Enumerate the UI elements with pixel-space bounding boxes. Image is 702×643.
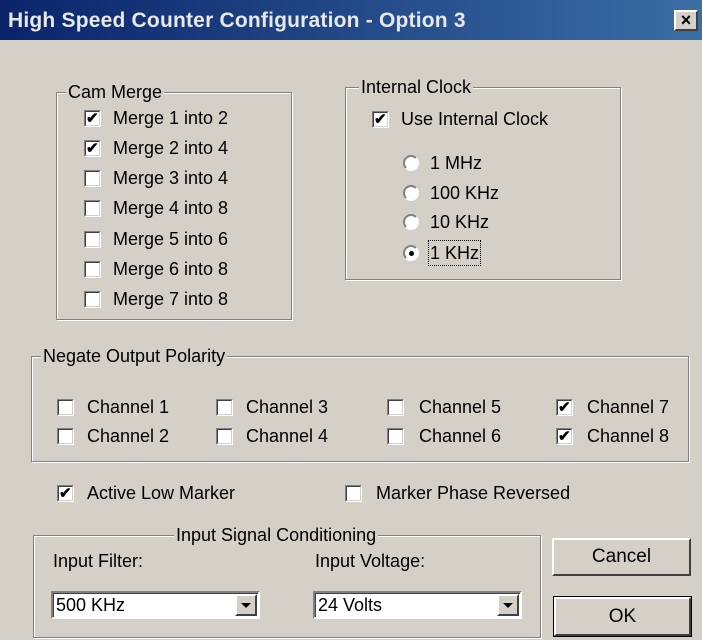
input-voltage-select[interactable]: 24 Volts xyxy=(313,591,522,619)
checkbox-marker-phase-reversed[interactable]: Marker Phase Reversed xyxy=(345,482,570,504)
channel-5-box[interactable] xyxy=(387,398,404,416)
marker-phase-reversed-label: Marker Phase Reversed xyxy=(376,483,571,503)
internal-clock-legend: Internal Clock xyxy=(359,76,474,98)
checkbox-channel-5[interactable]: Channel 5 xyxy=(387,396,501,418)
channel-1-label: Channel 1 xyxy=(87,397,170,417)
active-low-marker-label: Active Low Marker xyxy=(87,483,236,503)
merge-4-into-8-label: Merge 4 into 8 xyxy=(113,198,229,218)
use-internal-clock-label: Use Internal Clock xyxy=(401,109,549,129)
checkbox-merge-7-into-8[interactable]: Merge 7 into 8 xyxy=(84,288,228,310)
active-low-marker-box[interactable] xyxy=(57,484,74,502)
radio-1-khz-label: 1 KHz xyxy=(427,240,482,266)
input-signal-conditioning-legend: Input Signal Conditioning xyxy=(174,524,379,546)
input-filter-value: 500 KHz xyxy=(56,595,126,615)
checkbox-channel-7[interactable]: Channel 7 xyxy=(556,396,669,418)
checkbox-active-low-marker[interactable]: Active Low Marker xyxy=(57,482,235,504)
channel-1-box[interactable] xyxy=(57,398,74,416)
cancel-button[interactable]: Cancel xyxy=(552,538,691,576)
radio-1-mhz-circle[interactable] xyxy=(403,155,419,171)
channel-2-box[interactable] xyxy=(57,427,74,445)
merge-2-into-4-box[interactable] xyxy=(84,139,101,157)
negate-output-polarity-legend: Negate Output Polarity xyxy=(41,345,228,367)
ok-button[interactable]: OK xyxy=(553,596,692,637)
merge-5-into-6-box[interactable] xyxy=(84,230,101,248)
chevron-down-icon[interactable] xyxy=(235,594,257,616)
channel-5-label: Channel 5 xyxy=(419,397,502,417)
radio-1-khz[interactable]: 1 KHz xyxy=(403,240,482,266)
input-voltage-label: Input Voltage: xyxy=(315,551,426,571)
radio-10-khz-circle[interactable] xyxy=(403,214,419,230)
input-filter-label: Input Filter: xyxy=(53,551,144,571)
merge-1-into-2-box[interactable] xyxy=(84,109,101,127)
radio-100-khz-label: 100 KHz xyxy=(430,183,500,203)
channel-2-label: Channel 2 xyxy=(87,426,170,446)
channel-6-label: Channel 6 xyxy=(419,426,502,446)
radio-1-khz-circle[interactable] xyxy=(403,245,419,261)
dialog-window: High Speed Counter Configuration - Optio… xyxy=(0,0,702,640)
radio-1-mhz[interactable]: 1 MHz xyxy=(403,152,482,174)
channel-8-box[interactable] xyxy=(556,427,573,445)
merge-5-into-6-label: Merge 5 into 6 xyxy=(113,229,229,249)
merge-3-into-4-box[interactable] xyxy=(84,169,101,187)
radio-10-khz[interactable]: 10 KHz xyxy=(403,211,489,233)
channel-3-box[interactable] xyxy=(216,398,233,416)
merge-6-into-8-label: Merge 6 into 8 xyxy=(113,259,229,279)
input-filter-select[interactable]: 500 KHz xyxy=(51,591,260,619)
channel-8-label: Channel 8 xyxy=(587,426,670,446)
channel-3-label: Channel 3 xyxy=(246,397,329,417)
channel-4-box[interactable] xyxy=(216,427,233,445)
radio-1-mhz-label: 1 MHz xyxy=(430,153,483,173)
checkbox-use-internal-clock[interactable]: Use Internal Clock xyxy=(372,108,548,130)
merge-7-into-8-box[interactable] xyxy=(84,290,101,308)
checkbox-merge-2-into-4[interactable]: Merge 2 into 4 xyxy=(84,137,228,159)
channel-4-label: Channel 4 xyxy=(246,426,329,446)
checkbox-merge-5-into-6[interactable]: Merge 5 into 6 xyxy=(84,228,228,250)
radio-10-khz-label: 10 KHz xyxy=(430,212,490,232)
channel-6-box[interactable] xyxy=(387,427,404,445)
channel-7-box[interactable] xyxy=(556,398,573,416)
title-bar: High Speed Counter Configuration - Optio… xyxy=(0,0,702,40)
checkbox-merge-4-into-8[interactable]: Merge 4 into 8 xyxy=(84,197,228,219)
merge-3-into-4-label: Merge 3 into 4 xyxy=(113,168,229,188)
marker-phase-reversed-box[interactable] xyxy=(345,484,362,502)
close-button[interactable]: × xyxy=(674,10,698,31)
checkbox-channel-6[interactable]: Channel 6 xyxy=(387,425,501,447)
chevron-down-icon[interactable] xyxy=(497,594,519,616)
input-voltage-value: 24 Volts xyxy=(318,595,383,615)
use-internal-clock-box[interactable] xyxy=(372,110,389,128)
merge-4-into-8-box[interactable] xyxy=(84,199,101,217)
checkbox-channel-8[interactable]: Channel 8 xyxy=(556,425,669,447)
radio-100-khz[interactable]: 100 KHz xyxy=(403,182,499,204)
checkbox-channel-1[interactable]: Channel 1 xyxy=(57,396,169,418)
checkbox-merge-3-into-4[interactable]: Merge 3 into 4 xyxy=(84,167,228,189)
checkbox-merge-6-into-8[interactable]: Merge 6 into 8 xyxy=(84,258,228,280)
checkbox-channel-2[interactable]: Channel 2 xyxy=(57,425,169,447)
checkbox-channel-4[interactable]: Channel 4 xyxy=(216,425,328,447)
merge-7-into-8-label: Merge 7 into 8 xyxy=(113,289,229,309)
radio-100-khz-circle[interactable] xyxy=(403,185,419,201)
merge-6-into-8-box[interactable] xyxy=(84,260,101,278)
merge-1-into-2-label: Merge 1 into 2 xyxy=(113,108,229,128)
window-title: High Speed Counter Configuration - Optio… xyxy=(8,9,466,32)
merge-2-into-4-label: Merge 2 into 4 xyxy=(113,138,229,158)
checkbox-channel-3[interactable]: Channel 3 xyxy=(216,396,328,418)
channel-7-label: Channel 7 xyxy=(587,397,670,417)
cam-merge-legend: Cam Merge xyxy=(66,81,165,103)
checkbox-merge-1-into-2[interactable]: Merge 1 into 2 xyxy=(84,107,228,129)
